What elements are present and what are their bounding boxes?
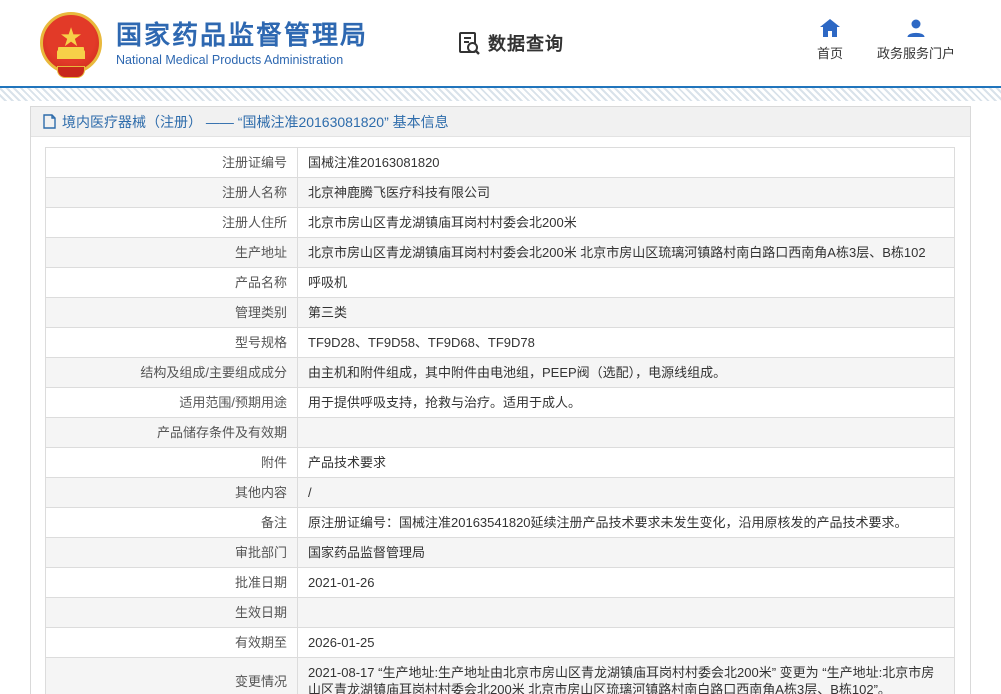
table-row: 有效期至2026-01-25 bbox=[46, 628, 955, 658]
row-label: 有效期至 bbox=[46, 628, 298, 658]
org-name-en: National Medical Products Administration bbox=[116, 53, 368, 67]
row-label: 生产地址 bbox=[46, 238, 298, 268]
page-title: 境内医疗器械（注册） —— “国械注准20163081820” 基本信息 bbox=[62, 112, 449, 132]
row-label: 注册人名称 bbox=[46, 178, 298, 208]
data-query-nav[interactable]: 数据查询 bbox=[456, 30, 564, 56]
row-value bbox=[298, 598, 955, 628]
table-row: 其他内容/ bbox=[46, 478, 955, 508]
row-label: 产品名称 bbox=[46, 268, 298, 298]
table-row: 结构及组成/主要组成成分由主机和附件组成，其中附件由电池组，PEEP阀（选配），… bbox=[46, 358, 955, 388]
table-row: 附件产品技术要求 bbox=[46, 448, 955, 478]
row-value: 国家药品监督管理局 bbox=[298, 538, 955, 568]
row-value: 原注册证编号：国械注准20163541820延续注册产品技术要求未发生变化，沿用… bbox=[298, 508, 955, 538]
table-row: 批准日期2021-01-26 bbox=[46, 568, 955, 598]
table-row: 生产地址北京市房山区青龙湖镇庙耳岗村村委会北200米 北京市房山区琉璃河镇路村南… bbox=[46, 238, 955, 268]
row-label: 审批部门 bbox=[46, 538, 298, 568]
header-nav: 首页 政务服务门户 bbox=[817, 18, 955, 62]
row-value: 国械注准20163081820 bbox=[298, 148, 955, 178]
site-header: ★ 国家药品监督管理局 National Medical Products Ad… bbox=[0, 0, 1001, 86]
gov-portal-label: 政务服务门户 bbox=[877, 43, 955, 62]
document-icon bbox=[43, 114, 56, 129]
row-label: 批准日期 bbox=[46, 568, 298, 598]
table-row: 注册证编号国械注准20163081820 bbox=[46, 148, 955, 178]
table-row: 适用范围/预期用途用于提供呼吸支持，抢救与治疗。适用于成人。 bbox=[46, 388, 955, 418]
row-label: 型号规格 bbox=[46, 328, 298, 358]
row-value: 北京市房山区青龙湖镇庙耳岗村村委会北200米 北京市房山区琉璃河镇路村南白路口西… bbox=[298, 238, 955, 268]
row-value: 2026-01-25 bbox=[298, 628, 955, 658]
row-value: 北京神鹿腾飞医疗科技有限公司 bbox=[298, 178, 955, 208]
row-value: TF9D28、TF9D58、TF9D68、TF9D78 bbox=[298, 328, 955, 358]
table-row: 型号规格TF9D28、TF9D58、TF9D68、TF9D78 bbox=[46, 328, 955, 358]
data-query-icon bbox=[456, 30, 482, 56]
org-name-cn: 国家药品监督管理局 bbox=[116, 20, 368, 50]
table-row: 生效日期 bbox=[46, 598, 955, 628]
user-icon bbox=[905, 18, 927, 38]
table-row: 管理类别第三类 bbox=[46, 298, 955, 328]
panel-titlebar: 境内医疗器械（注册） —— “国械注准20163081820” 基本信息 bbox=[31, 107, 970, 137]
row-value: 北京市房山区青龙湖镇庙耳岗村村委会北200米 bbox=[298, 208, 955, 238]
row-label: 其他内容 bbox=[46, 478, 298, 508]
row-label: 变更情况 bbox=[46, 658, 298, 694]
row-label: 适用范围/预期用途 bbox=[46, 388, 298, 418]
row-value: / bbox=[298, 478, 955, 508]
national-emblem-logo: ★ bbox=[40, 12, 102, 74]
row-value: 产品技术要求 bbox=[298, 448, 955, 478]
emblem-star-icon: ★ bbox=[59, 24, 82, 50]
table-row: 审批部门国家药品监督管理局 bbox=[46, 538, 955, 568]
emblem-gate-shape bbox=[57, 50, 85, 59]
info-table-body: 注册证编号国械注准20163081820注册人名称北京神鹿腾飞医疗科技有限公司注… bbox=[46, 148, 955, 694]
row-label: 生效日期 bbox=[46, 598, 298, 628]
row-label: 注册证编号 bbox=[46, 148, 298, 178]
home-label: 首页 bbox=[817, 43, 843, 62]
row-value: 呼吸机 bbox=[298, 268, 955, 298]
table-row: 产品储存条件及有效期 bbox=[46, 418, 955, 448]
row-value: 2021-01-26 bbox=[298, 568, 955, 598]
table-row: 产品名称呼吸机 bbox=[46, 268, 955, 298]
hatch-stripe-band bbox=[0, 88, 1001, 101]
table-row: 变更情况2021-08-17 “生产地址:生产地址由北京市房山区青龙湖镇庙耳岗村… bbox=[46, 658, 955, 694]
row-value: 第三类 bbox=[298, 298, 955, 328]
row-value: 用于提供呼吸支持，抢救与治疗。适用于成人。 bbox=[298, 388, 955, 418]
row-label: 结构及组成/主要组成成分 bbox=[46, 358, 298, 388]
home-nav[interactable]: 首页 bbox=[817, 18, 843, 62]
org-names: 国家药品监督管理局 National Medical Products Admi… bbox=[116, 20, 368, 67]
row-value: 由主机和附件组成，其中附件由电池组，PEEP阀（选配），电源线组成。 bbox=[298, 358, 955, 388]
home-icon bbox=[819, 18, 841, 38]
row-label: 附件 bbox=[46, 448, 298, 478]
row-label: 产品储存条件及有效期 bbox=[46, 418, 298, 448]
table-row: 注册人名称北京神鹿腾飞医疗科技有限公司 bbox=[46, 178, 955, 208]
table-row: 备注原注册证编号：国械注准20163541820延续注册产品技术要求未发生变化，… bbox=[46, 508, 955, 538]
data-query-label: 数据查询 bbox=[488, 30, 564, 56]
row-label: 管理类别 bbox=[46, 298, 298, 328]
gov-portal-nav[interactable]: 政务服务门户 bbox=[877, 18, 955, 62]
row-value: 2021-08-17 “生产地址:生产地址由北京市房山区青龙湖镇庙耳岗村村委会北… bbox=[298, 658, 955, 694]
registration-info-table: 注册证编号国械注准20163081820注册人名称北京神鹿腾飞医疗科技有限公司注… bbox=[45, 147, 955, 694]
table-row: 注册人住所北京市房山区青龙湖镇庙耳岗村村委会北200米 bbox=[46, 208, 955, 238]
row-label: 备注 bbox=[46, 508, 298, 538]
detail-panel: 境内医疗器械（注册） —— “国械注准20163081820” 基本信息 注册证… bbox=[30, 106, 971, 694]
row-label: 注册人住所 bbox=[46, 208, 298, 238]
row-value bbox=[298, 418, 955, 448]
